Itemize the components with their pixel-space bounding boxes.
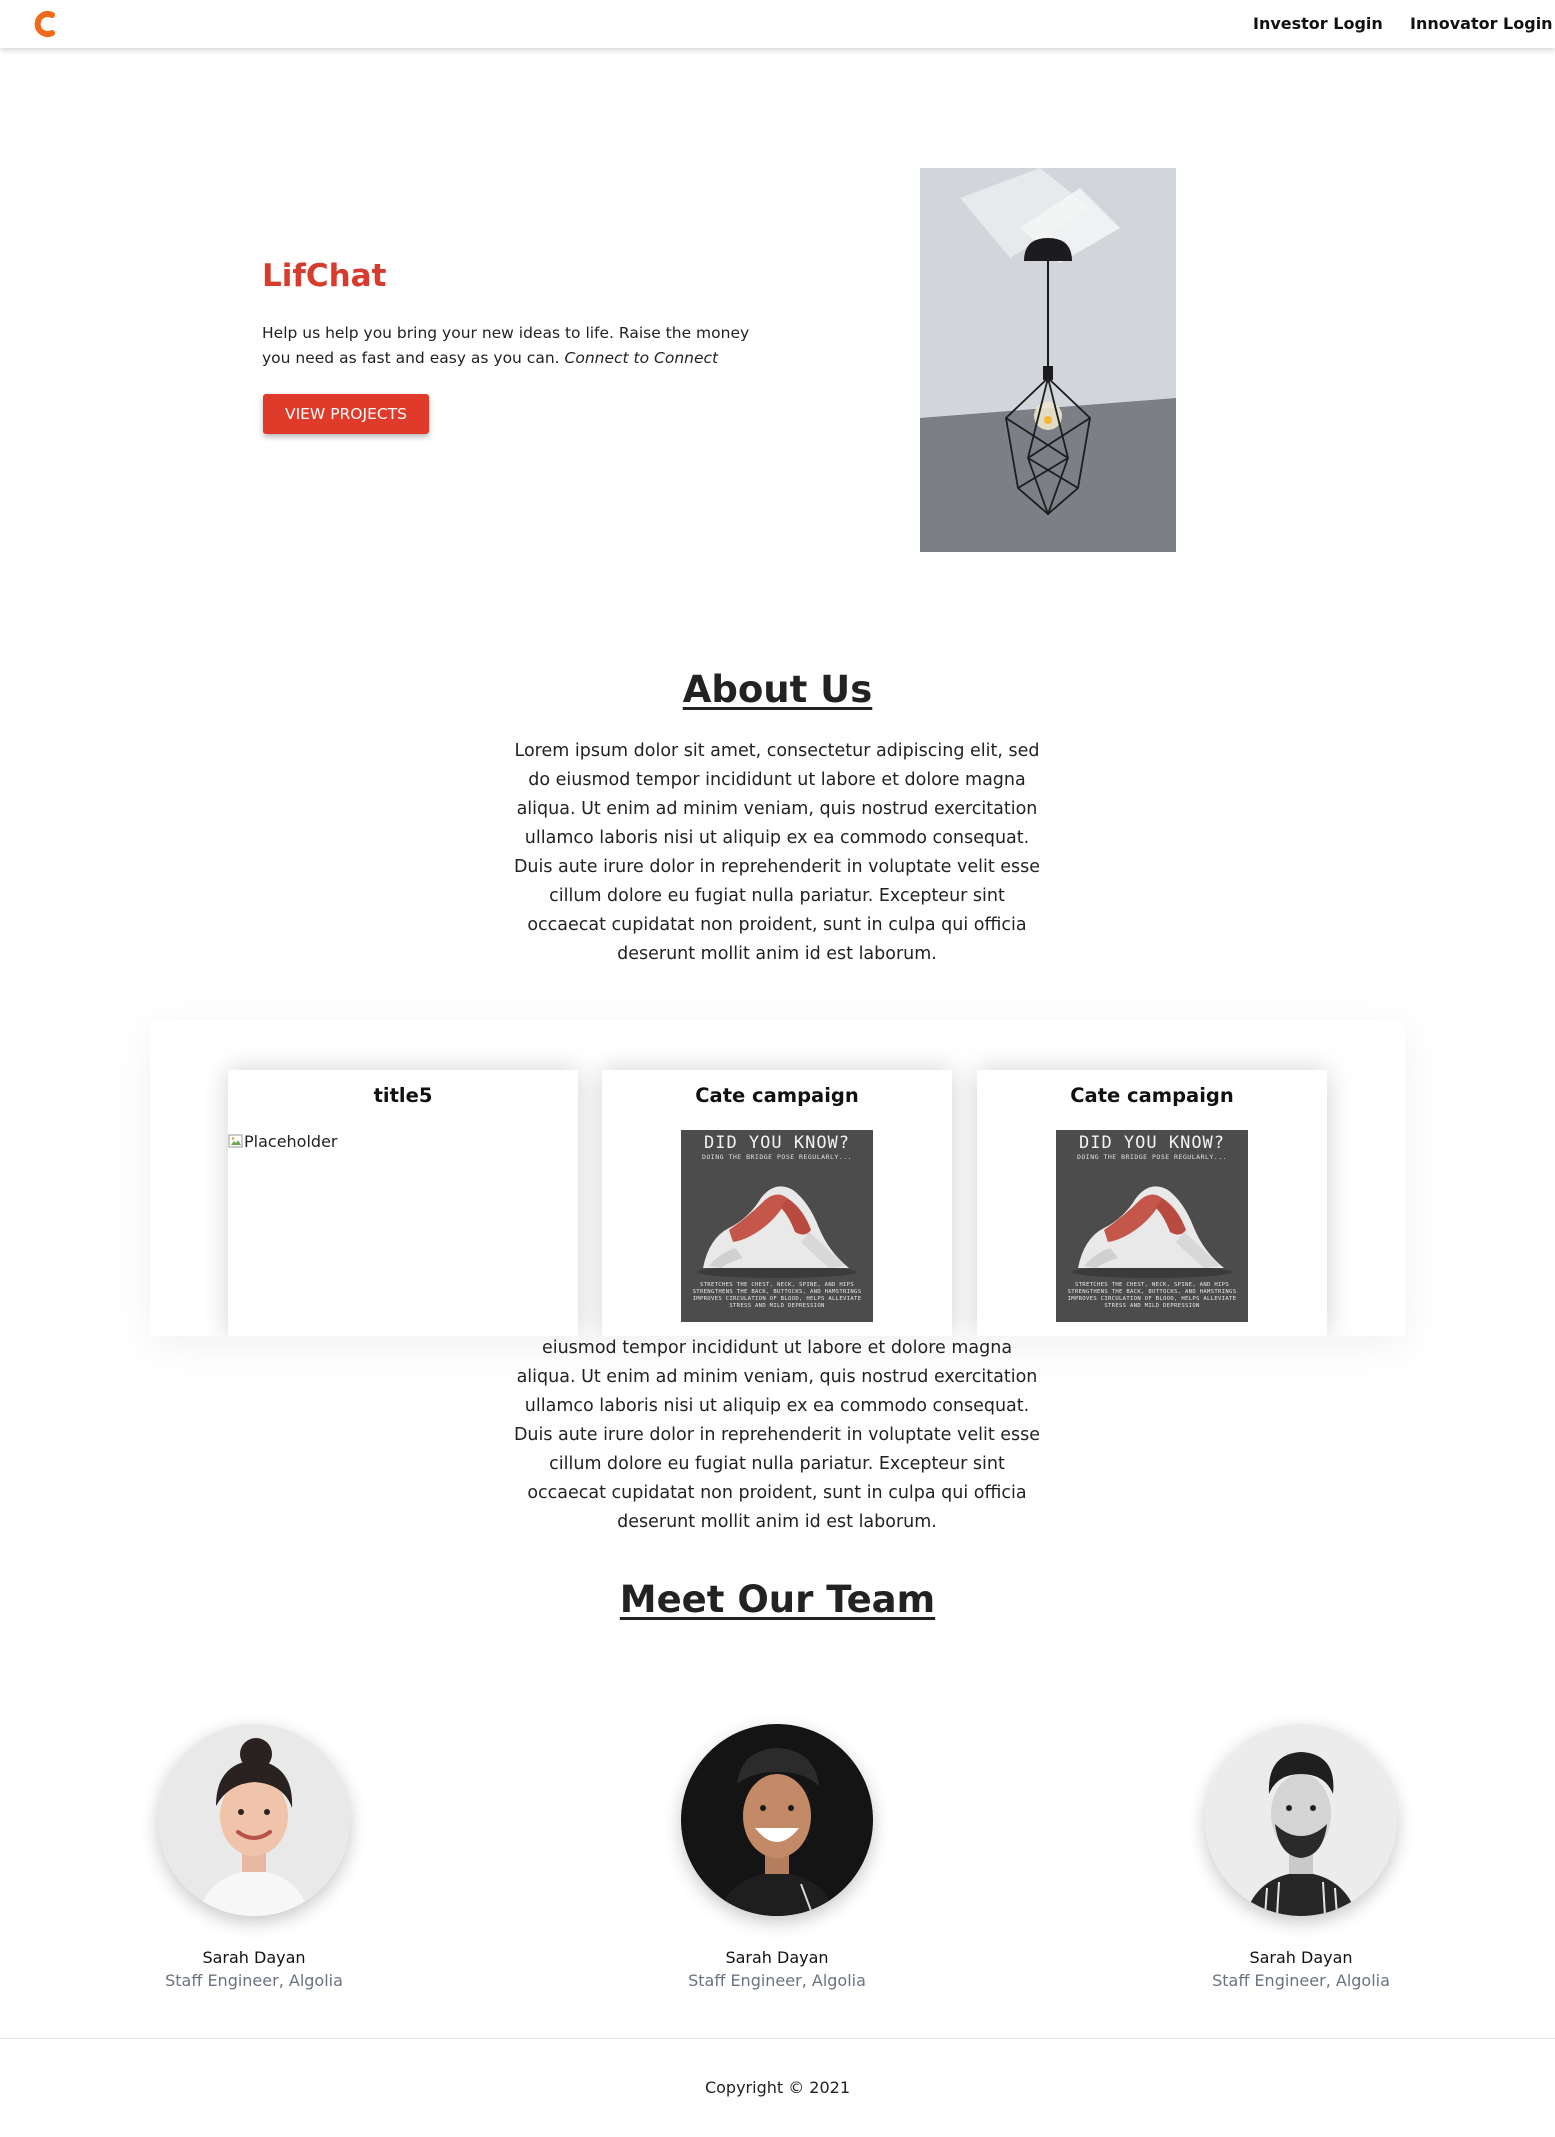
poster-heading: DID YOU KNOW?: [1078, 1133, 1226, 1153]
innovator-login-link[interactable]: Innovator Login: [1410, 14, 1553, 33]
hero-tagline: Connect to Connect: [564, 349, 719, 367]
campaign-card-title: Cate campaign: [1070, 1084, 1234, 1107]
campaign-cards-container: title5 Placeholder Cate campaign DID YOU…: [150, 1020, 1405, 1336]
about-us-text: Lorem ipsum dolor sit amet, consectetur …: [513, 741, 1041, 964]
poster-footer-text: STRETCHES THE CHEST, NECK, SPINE, AND HI…: [692, 1282, 862, 1309]
hero-title: LifChat: [262, 258, 387, 294]
campaign-card-title: title5: [373, 1084, 433, 1107]
campaign-card-title: Cate campaign: [695, 1084, 859, 1107]
top-navbar: Investor Login Innovator Login: [0, 0, 1555, 48]
bridge-pose-illustration: [1072, 1186, 1232, 1278]
poster-heading: DID YOU KNOW?: [703, 1133, 851, 1153]
campaign-card[interactable]: Cate campaign DID YOU KNOW? DOING THE BR…: [977, 1070, 1327, 1336]
team-member-role: Staff Engineer, Algolia: [688, 1971, 866, 1990]
broken-image-icon: [228, 1134, 243, 1148]
campaign-card[interactable]: title5 Placeholder: [228, 1070, 578, 1336]
placeholder-alt-text: Placeholder: [244, 1132, 338, 1151]
view-projects-button[interactable]: VIEW PROJECTS: [263, 394, 429, 434]
about-us-text-continued: eiusmod tempor incididunt ut labore et d…: [513, 1338, 1041, 1532]
meet-our-team-heading: Meet Our Team: [619, 1578, 936, 1621]
team-member-name: Sarah Dayan: [1249, 1948, 1353, 1967]
poster-footer-text: STRETCHES THE CHEST, NECK, SPINE, AND HI…: [1067, 1282, 1237, 1309]
team-member-card: Sarah Dayan Staff Engineer, Algolia: [84, 1724, 424, 1990]
hero-pendant-lamp-image: [920, 168, 1176, 552]
poster-subheading: DOING THE BRIDGE POSE REGULARLY...: [1076, 1153, 1228, 1161]
team-member-role: Staff Engineer, Algolia: [165, 1971, 343, 1990]
bridge-pose-illustration: [697, 1186, 857, 1278]
team-member-card: Sarah Dayan Staff Engineer, Algolia: [1131, 1724, 1471, 1990]
poster-subheading: DOING THE BRIDGE POSE REGULARLY...: [701, 1153, 853, 1161]
brand-c-logo-icon[interactable]: [32, 9, 58, 39]
team-member-card: Sarah Dayan Staff Engineer, Algolia: [607, 1724, 947, 1990]
team-member-name: Sarah Dayan: [202, 1948, 306, 1967]
footer-copyright: Copyright © 2021: [704, 2078, 851, 2097]
team-member-name: Sarah Dayan: [725, 1948, 829, 1967]
campaign-card[interactable]: Cate campaign DID YOU KNOW? DOING THE BR…: [602, 1070, 952, 1336]
broken-image-placeholder: Placeholder: [228, 1132, 338, 1151]
avatar: [681, 1724, 873, 1916]
team-member-role: Staff Engineer, Algolia: [1212, 1971, 1390, 1990]
campaign-poster-image: DID YOU KNOW? DOING THE BRIDGE POSE REGU…: [681, 1130, 873, 1322]
footer-divider: [0, 2038, 1555, 2039]
campaign-poster-image: DID YOU KNOW? DOING THE BRIDGE POSE REGU…: [1056, 1130, 1248, 1322]
about-us-heading: About Us: [682, 668, 873, 711]
avatar: [158, 1724, 350, 1916]
avatar: [1205, 1724, 1397, 1916]
hero-description: Help us help you bring your new ideas to…: [262, 321, 762, 371]
investor-login-link[interactable]: Investor Login: [1253, 14, 1383, 33]
